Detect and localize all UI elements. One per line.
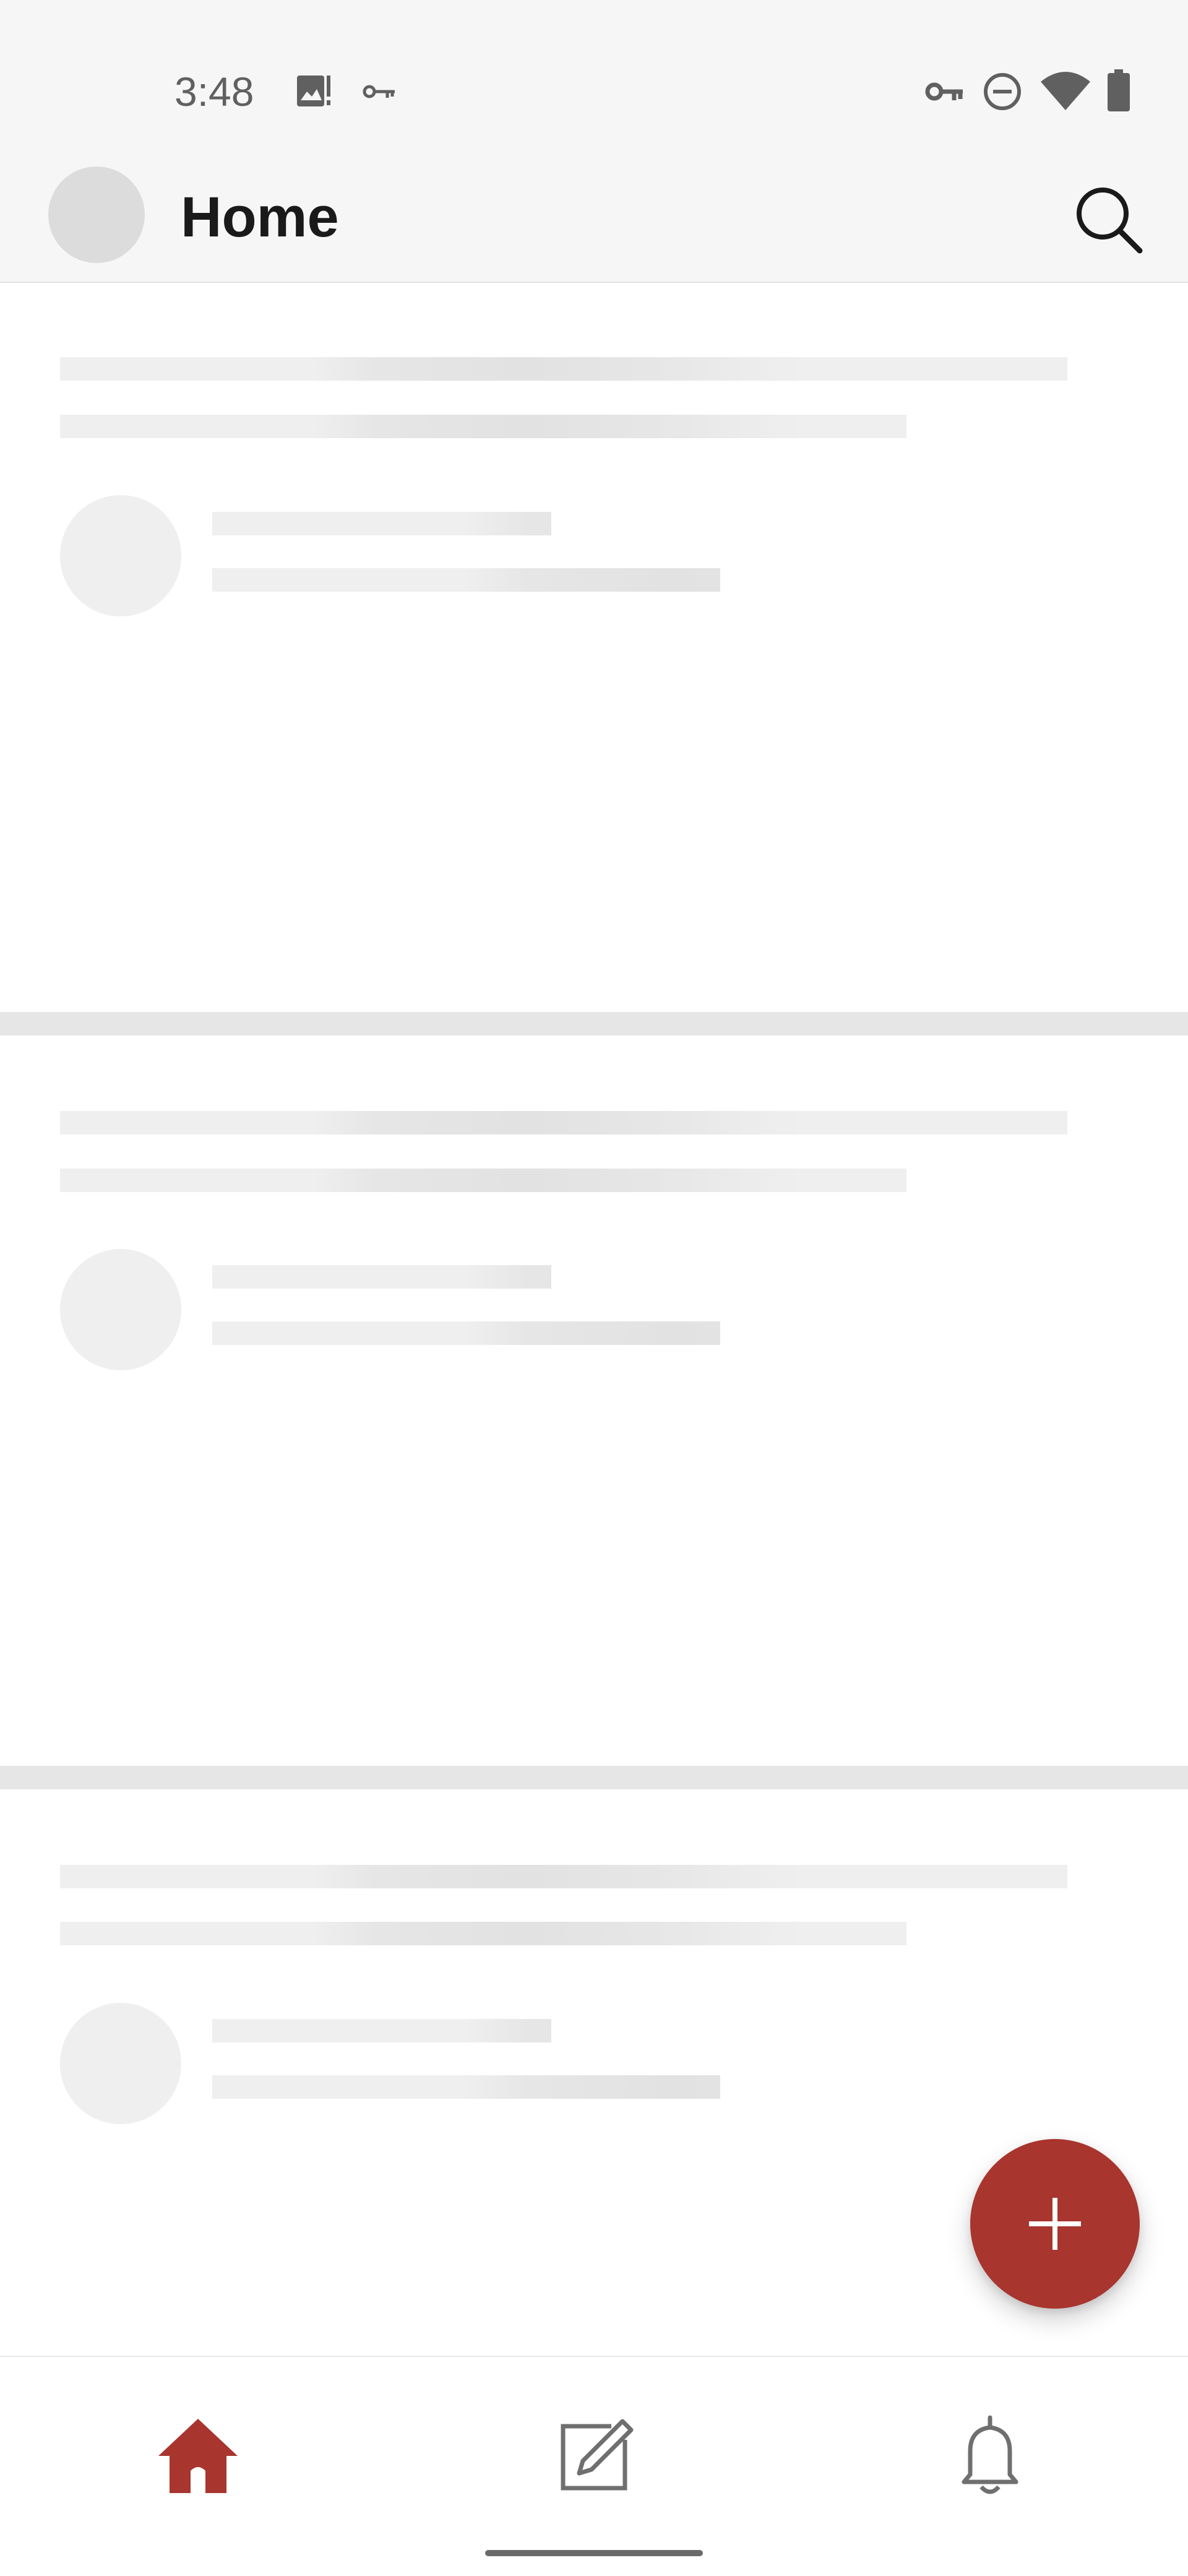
key-icon	[363, 85, 395, 98]
nav-item-compose[interactable]	[544, 2406, 644, 2505]
bell-icon	[962, 2415, 1018, 2494]
skeleton-card	[0, 1035, 1188, 1766]
search-icon[interactable]	[1070, 181, 1145, 256]
avatar[interactable]	[48, 166, 145, 263]
skeleton-avatar	[60, 1249, 181, 1370]
skeleton-avatar	[60, 495, 181, 616]
compose-icon	[561, 2419, 634, 2491]
skeleton-avatar	[60, 2003, 181, 2124]
skeleton-line	[60, 415, 906, 438]
skeleton-card	[0, 283, 1188, 1013]
skeleton-line	[60, 357, 1067, 381]
add-post-button[interactable]	[970, 2139, 1140, 2309]
skeleton-line	[212, 512, 551, 535]
wifi-icon	[1041, 72, 1090, 110]
skeleton-line	[212, 2019, 551, 2042]
app-bar: Home	[0, 158, 1188, 283]
skeleton-line	[60, 1111, 1067, 1135]
skeleton-line	[212, 2075, 720, 2099]
battery-icon	[1108, 69, 1130, 111]
page-title: Home	[181, 186, 339, 249]
skeleton-line	[60, 1169, 906, 1192]
image-alert-icon	[297, 76, 330, 106]
skeleton-line	[212, 1265, 551, 1289]
skeleton-line	[60, 1865, 1067, 1888]
nav-item-notifications[interactable]	[940, 2406, 1040, 2505]
skeleton-line	[212, 1321, 720, 1345]
nav-item-home[interactable]	[148, 2406, 248, 2505]
skeleton-line	[212, 568, 720, 592]
bottom-navigation	[0, 2356, 1188, 2576]
plus-icon	[1029, 2198, 1081, 2250]
status-bar: 3:48	[0, 0, 1188, 158]
card-divider	[0, 1012, 1188, 1035]
do-not-disturb-icon	[984, 73, 1021, 110]
card-divider	[0, 1766, 1188, 1789]
skeleton-line	[60, 1922, 906, 1945]
status-time: 3:48	[174, 69, 254, 115]
gesture-bar[interactable]	[485, 2550, 703, 2556]
vpn-key-icon	[925, 82, 963, 101]
home-icon	[158, 2419, 238, 2493]
